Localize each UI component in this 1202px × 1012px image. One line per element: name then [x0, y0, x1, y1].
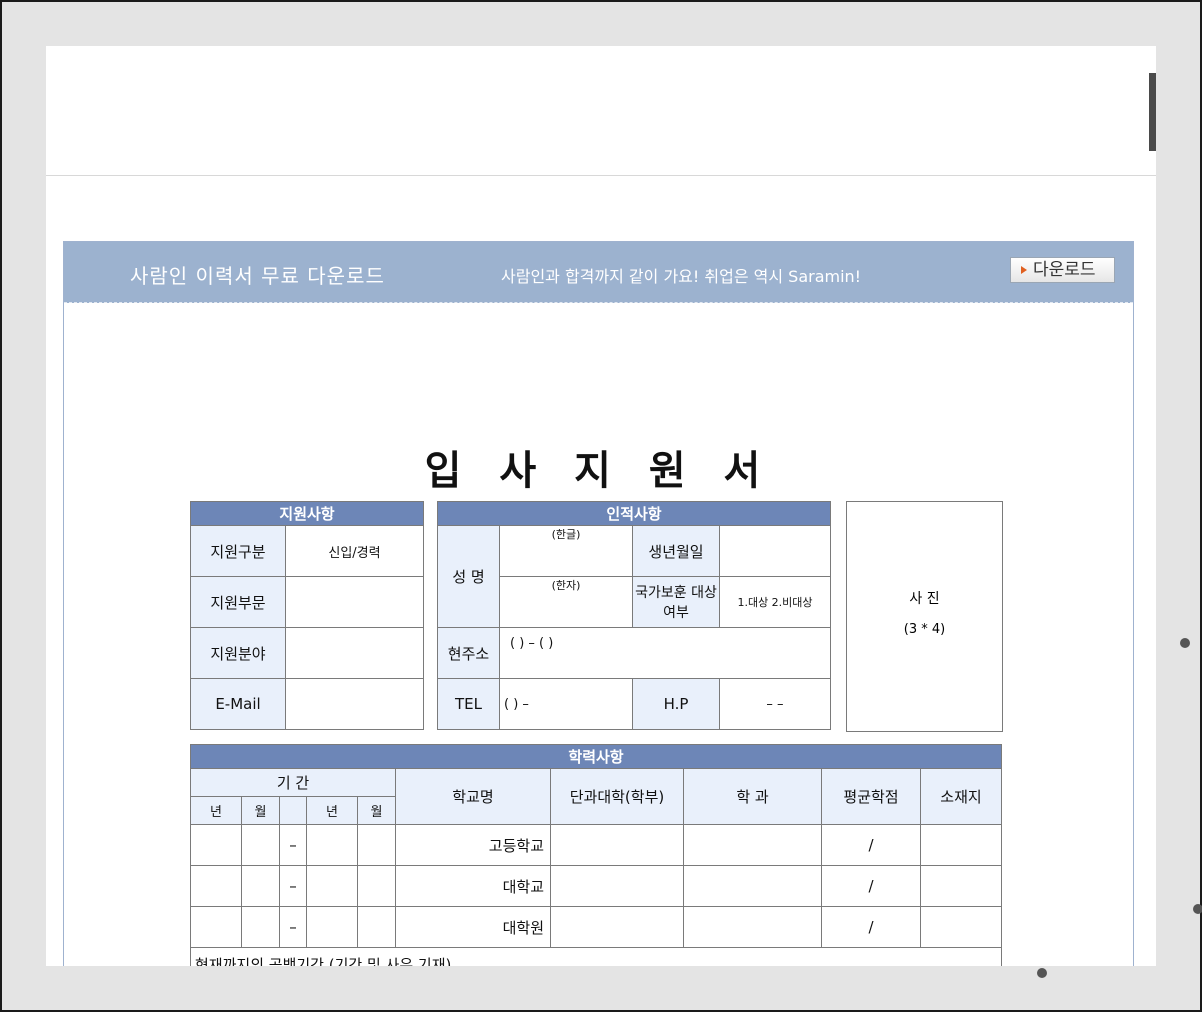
photo-size: (3 * 4): [903, 622, 946, 637]
tel-label: TEL: [437, 678, 500, 730]
application-header: 지원사항: [190, 501, 424, 526]
month-label: 월: [357, 796, 396, 825]
column-header: 소재지: [920, 768, 1002, 825]
veteran-value: 1.대상 2.비대상: [719, 576, 831, 628]
column-header: 평균학점: [821, 768, 921, 825]
photo-label: 사 진: [909, 591, 940, 607]
column-header: 단과대학(학부): [550, 768, 684, 825]
personal-header: 인적사항: [437, 501, 831, 526]
year-label: 년: [306, 796, 358, 825]
row-value: [285, 678, 424, 730]
table-row: – 고등학교 /: [190, 824, 1002, 866]
school-cell: 대학교: [395, 865, 551, 907]
birth-value: [719, 525, 831, 577]
scrollbar-thumb[interactable]: [1149, 73, 1156, 151]
tel-value: ( ) –: [499, 678, 633, 730]
education-table: 학력사항 기 간 학교명 단과대학(학부) 학 과 평균학점 소재지 년 월 년…: [190, 744, 1002, 966]
column-header: 학교명: [395, 768, 551, 825]
banner-title: 사람인 이력서 무료 다운로드: [130, 264, 385, 288]
address-value: ( ) – ( ): [499, 627, 831, 679]
month-label: 월: [241, 796, 280, 825]
hp-value: – –: [719, 678, 831, 730]
blank-cell: [279, 796, 307, 825]
download-button-label: 다운로드: [1033, 260, 1096, 280]
photo-placeholder: 사 진 (3 * 4): [846, 501, 1003, 732]
dash-cell: –: [279, 906, 307, 948]
school-cell: 대학원: [395, 906, 551, 948]
hp-label: H.P: [632, 678, 720, 730]
application-table: 지원사항 지원구분 신입/경력 지원부문 지원분야 E-Mail: [190, 501, 424, 730]
arrow-right-icon: [1021, 266, 1027, 274]
document-title: 입 사 지 원 서: [424, 448, 773, 494]
name-label: 성 명: [437, 525, 500, 628]
veteran-label: 국가보훈 대상여부: [632, 576, 720, 628]
dash-cell: –: [279, 824, 307, 866]
gap-period-row: 현재까지의 공백기간 (기간 및 사유 기재): [190, 947, 1002, 966]
birth-label: 생년월일: [632, 525, 720, 577]
row-label: 지원분야: [190, 627, 286, 679]
period-label: 기 간: [190, 768, 396, 797]
row-value: [285, 576, 424, 628]
education-header: 학력사항: [190, 744, 1002, 769]
school-cell: 고등학교: [395, 824, 551, 866]
personal-info-table: 인적사항 성 명 (한글) 생년월일 (한자) 국가보훈 대상여부 1.대상 2…: [437, 501, 831, 730]
decorative-dot: [1193, 904, 1202, 914]
name-hangul-cell: (한글): [499, 525, 633, 577]
gpa-cell: /: [821, 865, 921, 907]
decorative-dot: [1037, 968, 1047, 978]
decorative-dot: [1180, 638, 1190, 648]
banner-subtitle: 사람인과 합격까지 같이 가요! 취업은 역시 Saramin!: [501, 267, 862, 286]
table-row: – 대학원 /: [190, 906, 1002, 948]
address-label: 현주소: [437, 627, 500, 679]
row-label: 지원구분: [190, 525, 286, 577]
gpa-cell: /: [821, 906, 921, 948]
year-label: 년: [190, 796, 242, 825]
row-label: 지원부문: [190, 576, 286, 628]
download-button[interactable]: 다운로드: [1010, 257, 1115, 283]
row-value: 신입/경력: [285, 525, 424, 577]
row-value: [285, 627, 424, 679]
page-header-area: [46, 46, 1156, 176]
column-header: 학 과: [683, 768, 822, 825]
dash-cell: –: [279, 865, 307, 907]
resume-preview-panel: 사람인 이력서 무료 다운로드 사람인과 합격까지 같이 가요! 취업은 역시 …: [63, 241, 1134, 966]
name-hanja-cell: (한자): [499, 576, 633, 628]
row-label: E-Mail: [190, 678, 286, 730]
table-row: – 대학교 /: [190, 865, 1002, 907]
content-page: 사람인 이력서 무료 다운로드 사람인과 합격까지 같이 가요! 취업은 역시 …: [46, 46, 1156, 966]
download-banner: 사람인 이력서 무료 다운로드 사람인과 합격까지 같이 가요! 취업은 역시 …: [64, 242, 1133, 303]
gpa-cell: /: [821, 824, 921, 866]
